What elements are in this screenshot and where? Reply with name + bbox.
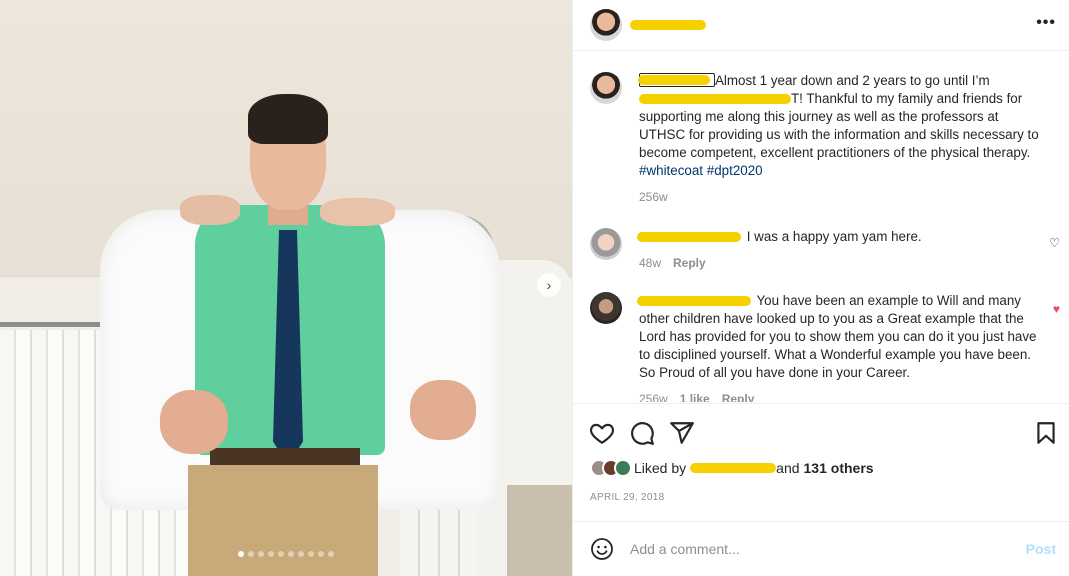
likes-summary: Liked by and 131 others <box>590 459 874 477</box>
caption-meta: 256w <box>639 188 1044 206</box>
caption-time[interactable]: 256w <box>639 188 668 206</box>
comments-list[interactable]: Almost 1 year down and 2 years to go unt… <box>573 52 1069 402</box>
liker-avatars[interactable] <box>590 459 632 477</box>
carousel-next-button[interactable]: › <box>537 273 561 297</box>
caption-text-1: Almost 1 year down and 2 years to go unt… <box>715 73 990 88</box>
comment-text: You have been an example to Will and man… <box>639 293 1037 380</box>
comment-meta: 48w Reply <box>639 254 1044 272</box>
commenter-username[interactable] <box>637 230 743 242</box>
carousel-dot <box>318 551 324 557</box>
likes-count[interactable]: 131 others <box>804 460 874 476</box>
carousel-dot <box>308 551 314 557</box>
comment-item: I was a happy yam yam here. 48w Reply ♡ <box>590 228 1060 272</box>
share-icon[interactable] <box>669 420 695 446</box>
commenter-username[interactable] <box>637 294 753 306</box>
caption: Almost 1 year down and 2 years to go unt… <box>590 72 1060 206</box>
comment-meta: 256w 1 like Reply <box>639 390 1044 402</box>
hashtag-link[interactable]: #whitecoat <box>639 163 703 178</box>
carousel-dot <box>288 551 294 557</box>
bookmark-icon[interactable] <box>1033 420 1059 446</box>
heart-icon[interactable] <box>589 420 615 446</box>
reply-button[interactable]: Reply <box>673 254 706 272</box>
caption-redacted-text <box>639 92 791 104</box>
carousel-dot <box>238 551 244 557</box>
commenter-avatar[interactable] <box>590 292 622 324</box>
carousel-dot <box>268 551 274 557</box>
post-actions: Liked by and 131 others APRIL 29, 2018 <box>573 403 1069 521</box>
hashtag-link[interactable]: #dpt2020 <box>707 163 763 178</box>
carousel-dot <box>328 551 334 557</box>
post-side-panel: ••• Almost 1 year down and 2 years to go… <box>572 0 1069 576</box>
carousel-dot <box>248 551 254 557</box>
comment-item: You have been an example to Will and man… <box>590 292 1060 402</box>
more-horizontal-icon[interactable]: ••• <box>1036 14 1056 32</box>
carousel-indicator <box>0 551 572 557</box>
post-button[interactable]: Post <box>1026 541 1056 557</box>
heart-filled-icon[interactable]: ♥ <box>1053 302 1060 316</box>
post-date[interactable]: APRIL 29, 2018 <box>590 492 664 503</box>
comment-input[interactable] <box>630 541 1026 557</box>
author-avatar[interactable] <box>590 72 622 104</box>
comment-time[interactable]: 256w <box>639 390 668 402</box>
carousel-dot <box>278 551 284 557</box>
instagram-post-modal: › ••• Almost 1 year down and 2 years to … <box>0 0 1069 576</box>
author-avatar[interactable] <box>590 9 622 41</box>
caption-username[interactable] <box>638 73 715 87</box>
comment-likes[interactable]: 1 like <box>680 390 710 402</box>
redaction-mark <box>630 20 706 30</box>
post-header: ••• <box>573 0 1069 51</box>
carousel-dot <box>298 551 304 557</box>
emoji-icon[interactable] <box>590 537 614 561</box>
heart-outline-icon[interactable]: ♡ <box>1049 236 1060 250</box>
reply-button[interactable]: Reply <box>722 390 755 402</box>
post-photo[interactable]: › <box>0 0 572 576</box>
main-subject <box>90 90 510 576</box>
carousel-dot <box>258 551 264 557</box>
comment-text: I was a happy yam yam here. <box>746 229 922 244</box>
add-comment-bar: Post <box>573 521 1069 576</box>
comment-icon[interactable] <box>629 420 655 446</box>
author-username[interactable] <box>630 18 706 32</box>
comment-time[interactable]: 48w <box>639 254 661 272</box>
liker-username[interactable] <box>690 462 777 474</box>
commenter-avatar[interactable] <box>590 228 622 260</box>
